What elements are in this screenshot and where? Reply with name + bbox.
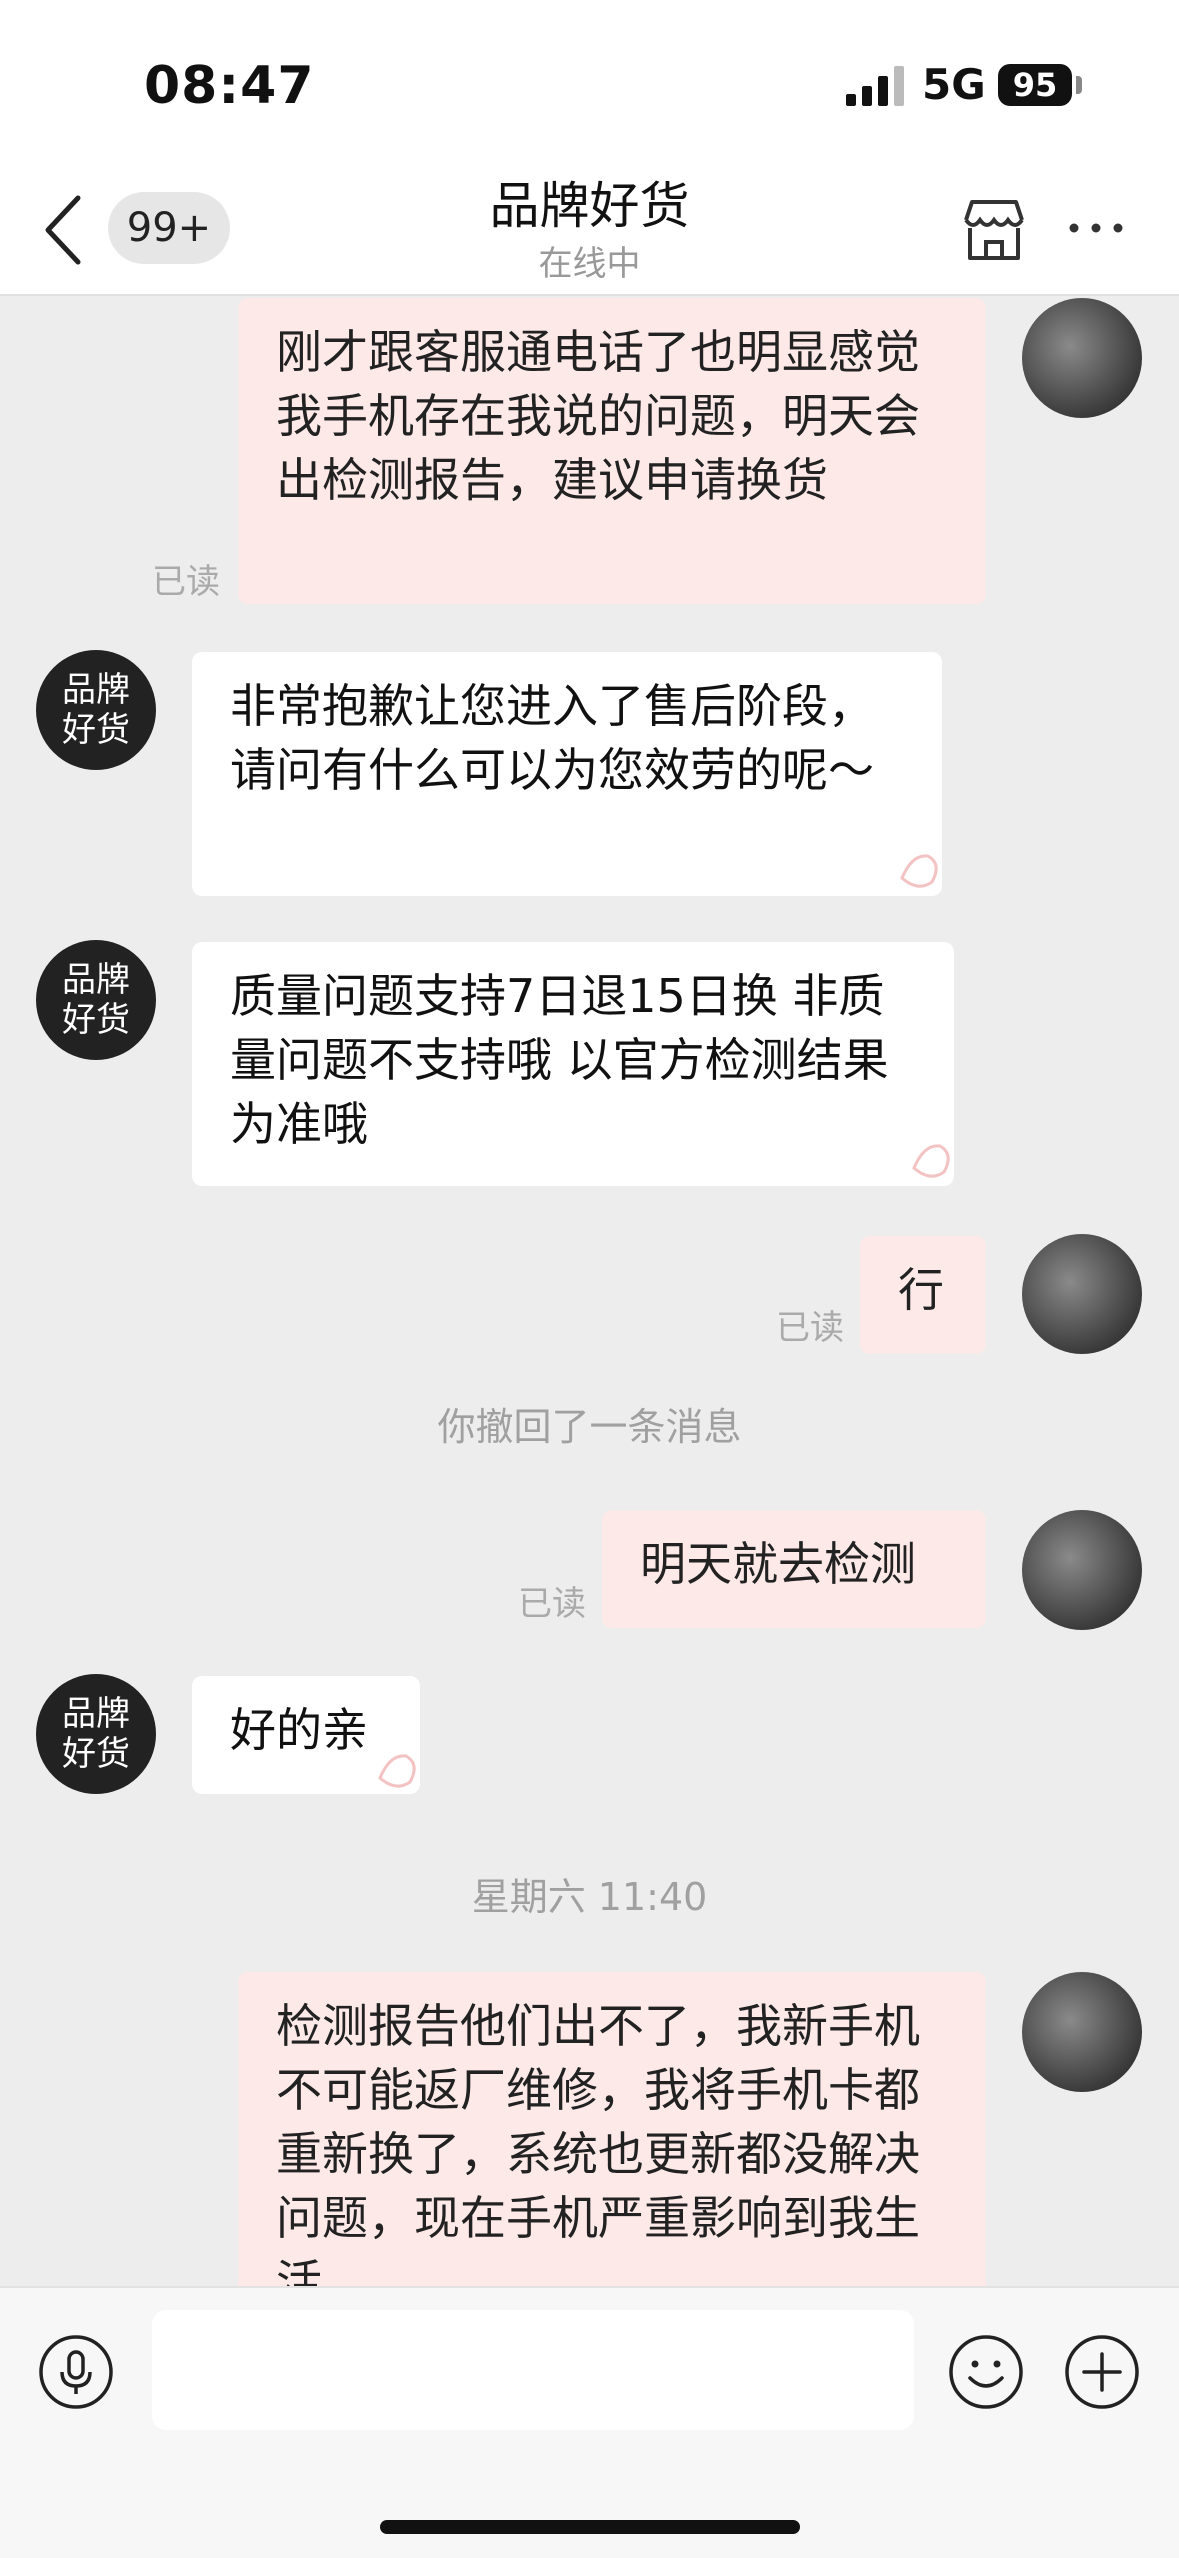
shop-stamp-icon <box>378 1754 416 1788</box>
more-icon[interactable] <box>1066 218 1126 238</box>
shop-avatar[interactable]: 品牌 好货 <box>36 650 156 770</box>
input-bar <box>0 2286 1179 2558</box>
chat-header: 99+ 品牌好货 在线中 <box>0 160 1179 296</box>
plus-icon[interactable] <box>1064 2334 1140 2410</box>
emoji-icon[interactable] <box>948 2334 1024 2410</box>
shop-avatar[interactable]: 品牌 好货 <box>36 940 156 1060</box>
shop-message-bubble[interactable]: 质量问题支持7日退15日换 非质量问题不支持哦 以官方检测结果为准哦 <box>192 942 954 1186</box>
store-icon[interactable] <box>960 198 1028 262</box>
shop-avatar[interactable]: 品牌 好货 <box>36 1674 156 1794</box>
shop-stamp-icon <box>900 854 938 888</box>
status-time: 08:47 <box>144 56 315 116</box>
shop-stamp-icon <box>912 1144 950 1178</box>
network-type: 5G <box>922 60 986 109</box>
home-indicator <box>380 2520 800 2534</box>
my-message-bubble[interactable]: 行 <box>860 1236 986 1354</box>
message-input[interactable] <box>152 2310 914 2430</box>
status-bar: 08:47 5G 95 <box>0 0 1179 160</box>
my-message-bubble[interactable]: 刚才跟客服通电话了也明显感觉我手机存在我说的问题，明天会出检测报告，建议申请换货 <box>238 298 986 604</box>
my-message-bubble[interactable]: 检测报告他们出不了，我新手机不可能返厂维修，我将手机卡都重新换了，系统也更新都没… <box>238 1972 986 2286</box>
my-avatar[interactable] <box>1022 1510 1142 1630</box>
read-receipt: 已读 <box>776 1308 844 1348</box>
read-receipt: 已读 <box>152 562 220 602</box>
shop-message-bubble[interactable]: 非常抱歉让您进入了售后阶段，请问有什么可以为您效劳的呢～ <box>192 652 942 896</box>
message-timestamp: 星期六 11:40 <box>471 1875 708 1919</box>
my-avatar[interactable] <box>1022 1234 1142 1354</box>
battery-tip <box>1076 76 1082 94</box>
recall-notice: 你撤回了一条消息 <box>437 1405 742 1449</box>
my-avatar[interactable] <box>1022 1972 1142 2092</box>
my-avatar[interactable] <box>1022 298 1142 418</box>
signal-icon <box>846 66 904 106</box>
read-receipt: 已读 <box>518 1584 586 1624</box>
microphone-icon[interactable] <box>38 2334 114 2410</box>
chat-messages[interactable]: 刚才跟客服通电话了也明显感觉我手机存在我说的问题，明天会出检测报告，建议申请换货… <box>0 296 1179 2286</box>
my-message-bubble[interactable]: 明天就去检测 <box>602 1510 986 1628</box>
battery-indicator: 95 <box>998 64 1072 106</box>
